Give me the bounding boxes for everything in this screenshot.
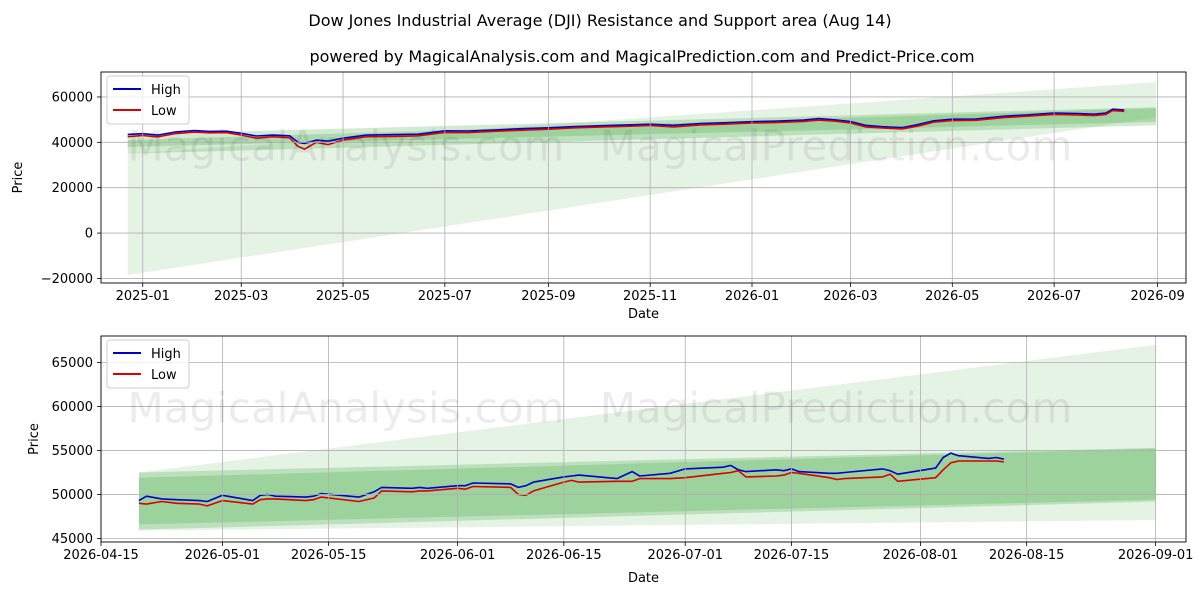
watermark-magicalanalysis: MagicalAnalysis.com: [128, 384, 565, 433]
x-tick-label: 2025-03: [214, 289, 268, 304]
x-tick-label: 2026-09: [1130, 289, 1184, 304]
x-tick-label: 2026-07-15: [754, 548, 830, 563]
x-axis-label: Date: [628, 307, 659, 322]
y-tick-label: 60000: [52, 90, 93, 105]
y-tick-label: 60000: [52, 400, 93, 415]
x-tick-label: 2025-01: [116, 289, 170, 304]
x-tick-label: 2026-05: [925, 289, 979, 304]
legend: High Low: [106, 339, 190, 389]
y-tick-label: 65000: [52, 356, 93, 371]
x-tick-label: 2026-06-15: [526, 548, 602, 563]
y-tick-label: 50000: [52, 488, 93, 503]
x-tick-label: 2025-09: [521, 289, 575, 304]
y-tick-label: 55000: [52, 444, 93, 459]
top-chart-panel: 2025-01 2025-03 2025-05 2025-07 2025-09 2025-…: [11, 71, 1187, 322]
chart-title: Dow Jones Industrial Average (DJI) Resis…: [308, 11, 891, 30]
legend: High Low: [106, 75, 190, 125]
x-tick-label: 2025-07: [418, 289, 472, 304]
legend-label-low: Low: [151, 368, 177, 383]
x-axis-label: Date: [628, 571, 659, 586]
watermark-magicalprediction: MagicalPrediction.com: [600, 122, 1073, 171]
legend-label-high: High: [151, 83, 181, 98]
watermark-magicalanalysis: MagicalAnalysis.com: [128, 122, 565, 171]
x-tick-label: 2026-04-15: [63, 548, 139, 563]
y-tick-label: −20000: [41, 272, 93, 287]
x-tick-label: 2026-07-01: [647, 548, 723, 563]
legend-label-high: High: [151, 347, 181, 362]
x-tick-label: 2026-08-15: [989, 548, 1065, 563]
x-tick-label: 2026-01: [725, 289, 779, 304]
y-tick-label: 20000: [52, 181, 93, 196]
x-tick-label: 2026-07: [1027, 289, 1081, 304]
chart-subtitle: powered by MagicalAnalysis.com and Magic…: [309, 47, 974, 66]
chart-figure: Dow Jones Industrial Average (DJI) Resis…: [11, 11, 1194, 586]
x-tick-label: 2026-03: [823, 289, 877, 304]
bottom-chart-panel: 2026-04-15 2026-05-01 2026-05-15 2026-06-01…: [27, 335, 1194, 586]
x-tick-label: 2026-05-01: [185, 548, 261, 563]
x-tick-label: 2026-06-01: [420, 548, 496, 563]
y-axis-label: Price: [27, 423, 42, 455]
watermark-magicalprediction: MagicalPrediction.com: [600, 384, 1073, 433]
y-tick-label: 45000: [52, 532, 93, 547]
y-tick-label: 0: [85, 227, 93, 242]
y-axis-label: Price: [11, 162, 26, 194]
x-tick-label: 2026-08-01: [883, 548, 959, 563]
legend-label-low: Low: [151, 104, 177, 119]
x-tick-label: 2026-05-15: [291, 548, 367, 563]
y-tick-label: 40000: [52, 136, 93, 151]
x-tick-label: 2025-05: [316, 289, 370, 304]
x-tick-label: 2025-11: [623, 289, 677, 304]
x-tick-label: 2026-09-01: [1118, 548, 1194, 563]
